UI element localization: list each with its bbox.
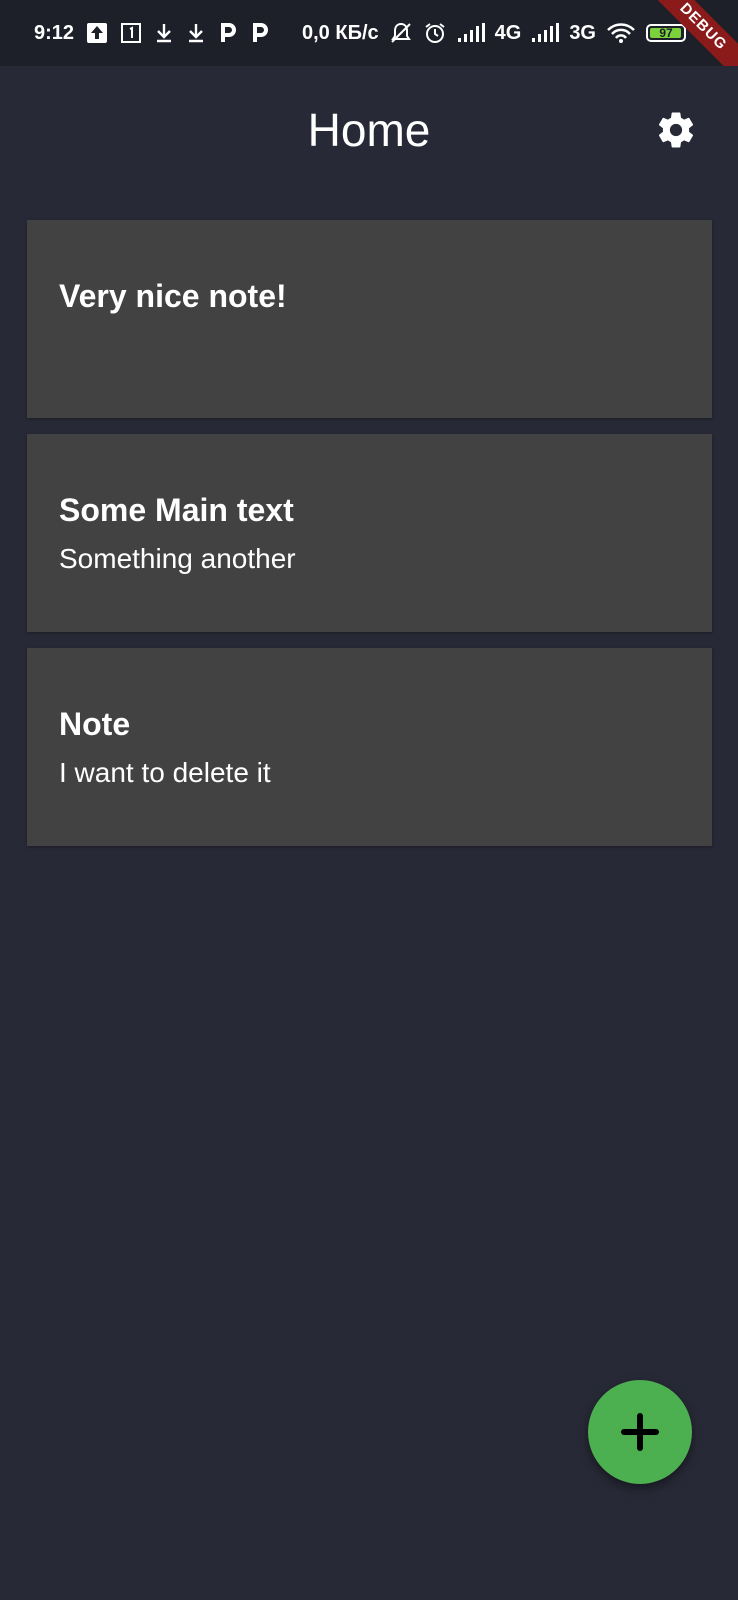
- status-right-group: 0,0 КБ/с 4G 3G 97: [302, 22, 686, 45]
- settings-button[interactable]: [652, 106, 700, 154]
- download-icon: [186, 22, 206, 44]
- signal-icon: [531, 22, 560, 44]
- alarm-icon: [423, 22, 447, 44]
- battery-icon: 97: [646, 24, 686, 42]
- status-left-group: 9:12: [34, 22, 270, 45]
- upload-icon: [86, 22, 108, 44]
- parking-icon: [218, 22, 238, 44]
- plus-icon: [621, 1413, 659, 1451]
- signal-2-label: 3G: [569, 21, 596, 44]
- add-note-button[interactable]: [588, 1380, 692, 1484]
- signal-1-label: 4G: [494, 21, 522, 44]
- page-title: Home: [307, 104, 431, 156]
- app-bar: Home: [0, 66, 738, 194]
- status-time: 9:12: [34, 21, 75, 44]
- wifi-icon: [606, 22, 636, 44]
- notes-list: Very nice note! Some Main text Something…: [27, 220, 712, 862]
- signal-icon: [457, 22, 485, 44]
- note-body: Something another: [59, 543, 296, 574]
- status-bar: 9:12 0,0 КБ/с 4G 3G 97 DEBUG: [0, 0, 738, 66]
- parking-icon: [250, 22, 270, 44]
- battery-level: 97: [659, 26, 673, 40]
- note-title: Some Main text: [59, 492, 294, 528]
- note-card[interactable]: Very nice note!: [27, 220, 712, 418]
- sim-1-icon: [120, 22, 142, 44]
- mute-icon: [389, 22, 413, 44]
- network-speed: 0,0 КБ/с: [302, 21, 379, 44]
- note-body: I want to delete it: [59, 757, 271, 788]
- note-title: Very nice note!: [59, 278, 287, 314]
- note-card[interactable]: Some Main text Something another: [27, 434, 712, 632]
- note-card[interactable]: Note I want to delete it: [27, 648, 712, 846]
- download-icon: [154, 22, 174, 44]
- gear-icon: [658, 112, 694, 148]
- note-title: Note: [59, 706, 131, 742]
